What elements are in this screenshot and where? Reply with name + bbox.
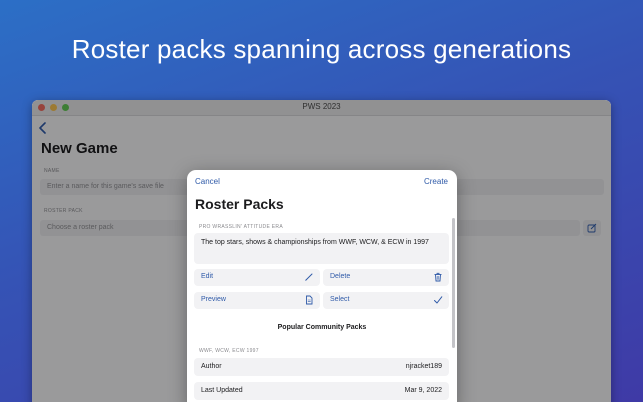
author-key: Author <box>201 363 222 370</box>
pack-description: The top stars, shows & championships fro… <box>194 233 449 264</box>
edit-pack-button[interactable]: Edit <box>194 269 320 286</box>
document-icon <box>306 295 313 305</box>
select-pack-button[interactable]: Select <box>323 292 449 309</box>
list-item[interactable]: Last Updated Mar 9, 2022 <box>194 382 449 400</box>
edit-label: Edit <box>201 273 214 280</box>
roster-packs-sheet: Cancel Create Roster Packs PRO WRASSLIN'… <box>187 170 457 402</box>
delete-label: Delete <box>330 273 351 280</box>
sheet-title: Roster Packs <box>195 196 284 212</box>
delete-pack-button[interactable]: Delete <box>323 269 449 286</box>
community-packs-header: Popular Community Packs <box>277 324 367 331</box>
cancel-button[interactable]: Cancel <box>195 177 220 186</box>
checkmark-icon <box>434 296 443 304</box>
last-updated-key: Last Updated <box>201 387 243 394</box>
promo-headline: Roster packs spanning across generations <box>71 34 572 64</box>
preview-pack-button[interactable]: Preview <box>194 292 320 309</box>
author-value: njracket189 <box>405 363 442 370</box>
select-label: Select <box>330 296 350 303</box>
era-section-header: PRO WRASSLIN' ATTITUDE ERA <box>199 224 283 230</box>
pencil-icon <box>305 273 313 281</box>
list-item[interactable]: Author njracket189 <box>194 358 449 376</box>
create-button[interactable]: Create <box>424 177 448 186</box>
preview-label: Preview <box>201 296 226 303</box>
last-updated-value: Mar 9, 2022 <box>404 387 442 394</box>
trash-icon <box>434 272 442 282</box>
community-section-header: WWF, WCW, ECW 1997 <box>199 348 259 354</box>
sheet-scrollbar[interactable] <box>452 218 455 348</box>
